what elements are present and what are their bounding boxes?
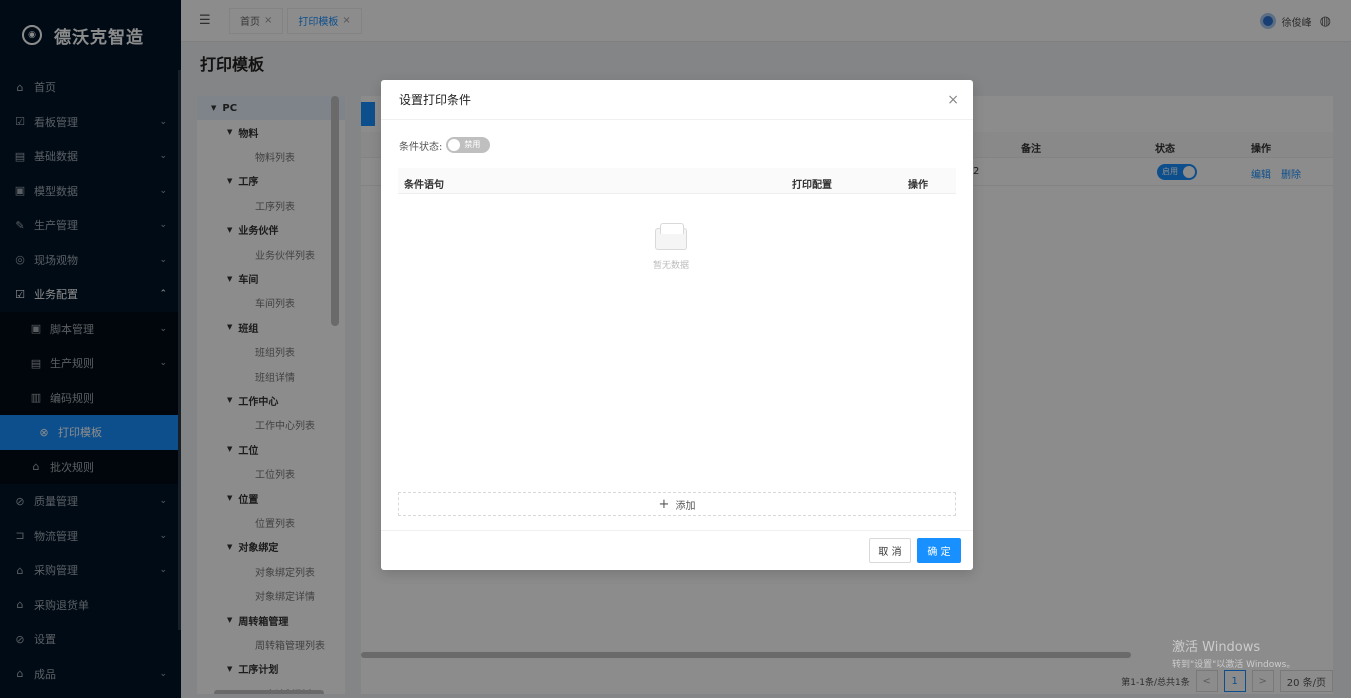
condition-status-row: 条件状态: 禁用	[399, 137, 491, 153]
condition-table-header: 条件语句 打印配置 操作	[398, 168, 956, 194]
windows-watermark: 激活 Windows 转到"设置"以激活 Windows。	[1172, 636, 1295, 670]
watermark-line-2: 转到"设置"以激活 Windows。	[1172, 660, 1296, 670]
modal-title: 设置打印条件	[399, 93, 472, 107]
add-condition-button[interactable]: + 添加	[398, 492, 956, 516]
add-label: 添加	[675, 500, 696, 512]
close-icon[interactable]: ×	[947, 92, 959, 108]
column-statement: 条件语句	[404, 180, 444, 191]
condition-status-toggle[interactable]: 禁用	[446, 137, 491, 153]
confirm-button[interactable]: 确 定	[917, 538, 961, 563]
watermark-line-1: 激活 Windows	[1172, 640, 1261, 655]
column-print-config: 打印配置	[792, 180, 832, 191]
plus-icon: +	[658, 496, 670, 512]
empty-inbox-icon	[655, 223, 687, 250]
modal-footer: 取 消 确 定	[381, 530, 973, 570]
empty-state: 暂无数据	[641, 223, 701, 271]
empty-text: 暂无数据	[652, 261, 689, 271]
print-condition-modal: 设置打印条件 × 条件状态: 禁用 条件语句 打印配置 操作 暂无数据 + 添加…	[381, 80, 973, 570]
condition-status-label: 条件状态:	[399, 141, 443, 153]
cancel-button[interactable]: 取 消	[869, 538, 911, 563]
column-actions: 操作	[908, 180, 928, 191]
